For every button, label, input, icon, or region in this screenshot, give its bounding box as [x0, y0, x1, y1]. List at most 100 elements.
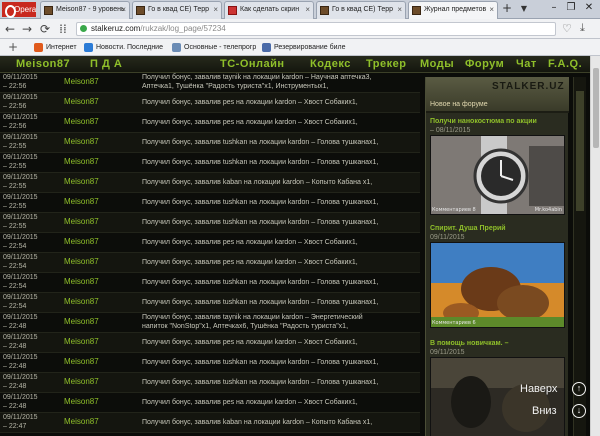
log-message-line: Получил бонус, завалив kaban на локации …	[142, 419, 373, 426]
bookmark-item[interactable]: Резервирование биле	[262, 41, 345, 54]
maximize-icon[interactable]: ❐	[562, 2, 580, 15]
scroll-to-bottom-button[interactable]: Вниз ↓	[532, 402, 586, 420]
log-user-link[interactable]: Meison87	[64, 277, 134, 287]
log-date-time: – 22:54	[3, 283, 27, 290]
log-user-link[interactable]: Meison87	[64, 177, 134, 187]
log-date-day: 09/11/2015	[3, 414, 38, 421]
bookmark-label: Интернет	[46, 44, 77, 51]
log-date-time: – 22:48	[3, 363, 27, 370]
new-tab-button[interactable]: +	[500, 2, 514, 16]
close-window-icon[interactable]: ✕	[580, 2, 598, 15]
page-scroll-thumb[interactable]	[593, 68, 599, 148]
log-user-link[interactable]: Meison87	[64, 137, 134, 147]
log-message-line: Получил бонус, завалив tushkan на локаци…	[142, 359, 379, 366]
log-date-day: 09/11/2015	[3, 254, 38, 261]
log-user-link[interactable]: Meison87	[64, 337, 134, 347]
news-item[interactable]: Спирит. Душа Прерий 09/11/2015 Комментар…	[430, 224, 565, 328]
log-user-link[interactable]: Meison87	[64, 397, 134, 407]
browser-tab-active[interactable]: Журнал предметов ×	[408, 1, 498, 19]
log-user-link[interactable]: Meison87	[64, 257, 134, 267]
log-user-link[interactable]: Meison87	[64, 357, 134, 367]
log-user-link[interactable]: Meison87	[64, 377, 134, 387]
log-row: 09/11/2015 – 22:56 Meison87 Получил бонус, …	[0, 93, 420, 113]
log-date: 09/11/2015 – 22:56	[3, 73, 63, 93]
news-item[interactable]: Получи нанокостюма по акции – 08/11/2015…	[430, 117, 565, 215]
browser-tab[interactable]: Го в квад СЕ) Терр ×	[132, 1, 222, 19]
sidebar-scroll-thumb[interactable]	[576, 91, 584, 211]
nav-link-mods[interactable]: Моды	[420, 56, 454, 73]
log-user-link[interactable]: Meison87	[64, 157, 134, 167]
news-title[interactable]: Получи нанокостюма по акции	[430, 117, 565, 126]
close-tab-icon[interactable]: ×	[397, 2, 402, 18]
back-arrow-icon[interactable]: ←	[2, 21, 18, 37]
log-user-link[interactable]: Meison87	[64, 237, 134, 247]
bookmark-label: Основные - телепрогр	[184, 44, 257, 51]
log-row: 09/11/2015 – 22:56 Meison87 Получил бонус, …	[0, 113, 420, 133]
nav-link-forum[interactable]: Форум	[465, 56, 504, 73]
log-date-day: 09/11/2015	[3, 94, 38, 101]
log-user-link[interactable]: Meison87	[64, 97, 134, 107]
sidebar-logo: STALKER.UZ	[492, 81, 565, 92]
log-date-day: 09/11/2015	[3, 214, 38, 221]
news-title[interactable]: Спирит. Душа Прерий	[430, 224, 565, 233]
log-row: 09/11/2015 – 22:55 Meison87 Получил бонус, …	[0, 173, 420, 193]
log-date: 09/11/2015 – 22:47	[3, 413, 63, 433]
heart-bookmark-icon[interactable]: ♡	[562, 22, 572, 35]
log-date-time: – 22:48	[3, 343, 27, 350]
download-icon[interactable]: ⤓	[580, 21, 585, 35]
nav-link-chat[interactable]: Чат	[516, 56, 537, 73]
log-user-link[interactable]: Meison87	[64, 77, 134, 87]
nav-link-tracker[interactable]: Трекер	[366, 56, 406, 73]
item-log-table: 09/11/2015 – 22:56 Meison87 Получил бонус, …	[0, 73, 420, 436]
speed-dial-grid-icon[interactable]: ⁞⁞	[55, 21, 71, 37]
opera-menu-button[interactable]: Opera	[2, 2, 37, 18]
close-tab-icon[interactable]: ×	[489, 2, 494, 18]
forward-arrow-icon[interactable]: →	[19, 21, 35, 37]
close-tab-icon[interactable]: ×	[121, 2, 126, 18]
log-date-time: – 22:48	[3, 323, 27, 330]
log-user-link[interactable]: Meison87	[64, 217, 134, 227]
sidebar-header: STALKER.UZ Новое на форуме	[426, 77, 569, 113]
tab-menu-chevron-icon[interactable]: ▼	[517, 2, 531, 16]
log-date: 09/11/2015 – 22:54	[3, 273, 63, 293]
news-image[interactable]: Комментариев 6	[430, 242, 565, 328]
opera-logo-label: Opera	[14, 5, 37, 14]
nav-link-faq[interactable]: F.A.Q.	[548, 56, 582, 73]
log-date: 09/11/2015 – 22:48	[3, 353, 63, 373]
page-scrollbar[interactable]	[590, 56, 600, 436]
log-date: 09/11/2015 – 22:55	[3, 213, 63, 233]
log-date-time: – 22:56	[3, 103, 27, 110]
close-tab-icon[interactable]: ×	[305, 2, 310, 18]
log-user-link[interactable]: Meison87	[64, 297, 134, 307]
log-user-link[interactable]: Meison87	[64, 197, 134, 207]
log-message-line: Получил бонус, завалив kaban на локации …	[142, 179, 373, 186]
minimize-icon[interactable]: –	[545, 2, 563, 15]
site-info-icon[interactable]	[80, 25, 87, 32]
log-date-time: – 22:48	[3, 403, 27, 410]
news-image[interactable]: Комментариев 8 Mr.ko4abin	[430, 135, 565, 215]
log-date: 09/11/2015 – 22:56	[3, 113, 63, 133]
log-user-link[interactable]: Meison87	[64, 417, 134, 427]
browser-tab[interactable]: Го в квад СЕ) Терр ×	[316, 1, 406, 19]
bookmark-item[interactable]: Новости. Последние	[84, 41, 163, 54]
add-bookmark-icon[interactable]: +	[8, 40, 18, 54]
browser-tab[interactable]: Как сделать скрин ×	[224, 1, 314, 19]
news-date: – 08/11/2015	[430, 127, 471, 134]
browser-tab[interactable]: Meison87 - 9 уровень ×	[40, 1, 130, 19]
scroll-to-top-button[interactable]: Наверх ↑	[520, 380, 586, 398]
log-user-link[interactable]: Meison87	[64, 317, 134, 327]
nav-link-tc-online[interactable]: ТС-Онлайн	[220, 56, 285, 73]
nav-user-link[interactable]: Meison87	[16, 56, 94, 73]
log-date-day: 09/11/2015	[3, 354, 38, 361]
bookmark-item[interactable]: Интернет	[34, 41, 77, 54]
log-user-link[interactable]: Meison87	[64, 117, 134, 127]
url-input[interactable]: stalkeruz.com/rukzak/log_page/57234	[76, 22, 556, 36]
reload-icon[interactable]: ⟳	[37, 21, 53, 37]
nav-pda-link[interactable]: П Д А	[90, 56, 132, 73]
log-date-time: – 22:54	[3, 303, 27, 310]
close-tab-icon[interactable]: ×	[213, 2, 218, 18]
nav-link-codex[interactable]: Кодекс	[310, 56, 351, 73]
news-title[interactable]: В помощь новичкам. –	[430, 339, 565, 348]
log-date-day: 09/11/2015	[3, 114, 38, 121]
bookmark-item[interactable]: Основные - телепрогр	[172, 41, 256, 54]
